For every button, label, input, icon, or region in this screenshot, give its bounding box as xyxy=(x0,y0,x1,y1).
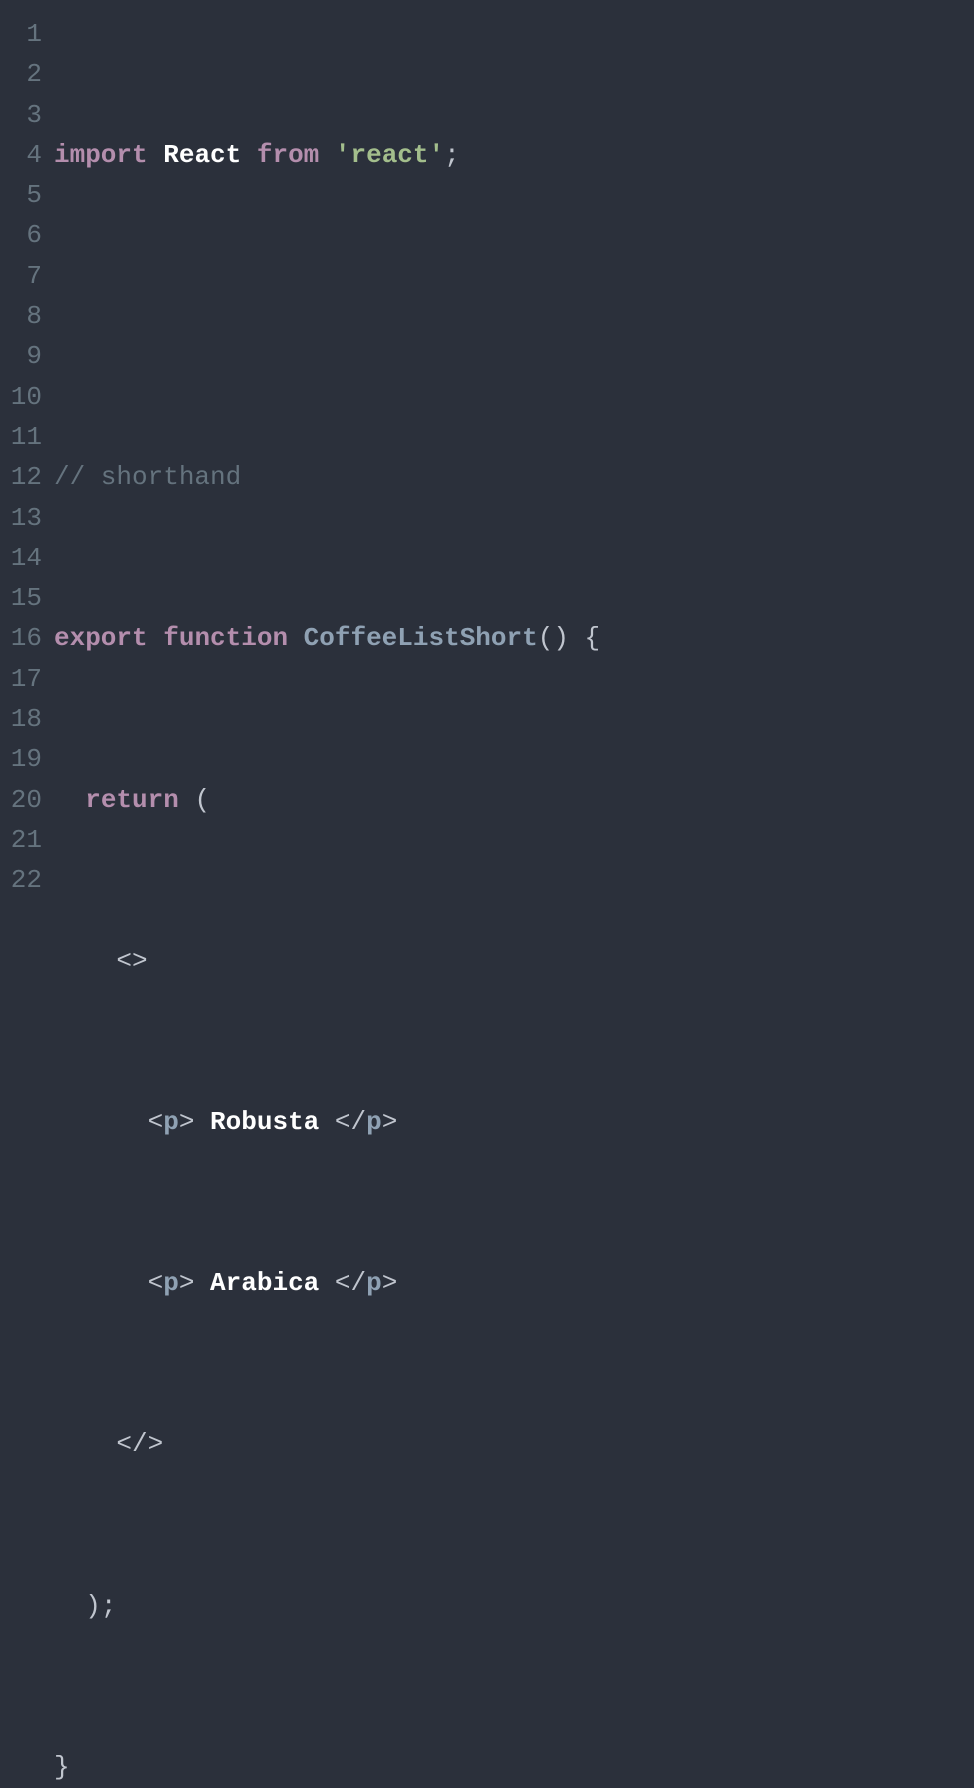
code-area[interactable]: import React from 'react'; // shorthand … xyxy=(54,14,974,1788)
code-line[interactable] xyxy=(54,296,974,336)
string-react: 'react' xyxy=(335,140,444,170)
semicolon: ; xyxy=(444,140,460,170)
paren-close: ) xyxy=(85,1591,101,1621)
parens: () xyxy=(538,623,569,653)
fragment-close: </> xyxy=(116,1429,163,1459)
code-line[interactable]: import React from 'react'; xyxy=(54,135,974,175)
tag-bracket: </ xyxy=(335,1107,366,1137)
line-number: 1 xyxy=(0,14,42,54)
code-line[interactable]: <p> Arabica </p> xyxy=(54,1263,974,1303)
line-number: 2 xyxy=(0,54,42,94)
line-number: 12 xyxy=(0,457,42,497)
paren-open: ( xyxy=(194,785,210,815)
code-line[interactable]: ); xyxy=(54,1586,974,1626)
keyword-from: from xyxy=(257,140,319,170)
line-number: 13 xyxy=(0,498,42,538)
code-line[interactable]: // shorthand xyxy=(54,457,974,497)
line-number: 19 xyxy=(0,739,42,779)
line-number: 15 xyxy=(0,578,42,618)
line-number: 18 xyxy=(0,699,42,739)
tag-bracket: </ xyxy=(335,1268,366,1298)
tag-bracket: > xyxy=(382,1107,398,1137)
tag-p: p xyxy=(163,1268,179,1298)
line-number: 16 xyxy=(0,618,42,658)
line-number: 9 xyxy=(0,336,42,376)
tag-bracket: > xyxy=(179,1268,195,1298)
line-number: 8 xyxy=(0,296,42,336)
fragment-open: <> xyxy=(116,946,147,976)
code-line[interactable]: <> xyxy=(54,941,974,981)
function-name: CoffeeListShort xyxy=(304,623,538,653)
tag-bracket: < xyxy=(148,1268,164,1298)
line-number: 10 xyxy=(0,377,42,417)
line-number: 17 xyxy=(0,659,42,699)
keyword-import: import xyxy=(54,140,148,170)
line-number: 21 xyxy=(0,820,42,860)
tag-bracket: > xyxy=(382,1268,398,1298)
line-number: 4 xyxy=(0,135,42,175)
code-line[interactable]: return ( xyxy=(54,780,974,820)
code-line[interactable]: </> xyxy=(54,1424,974,1464)
code-line[interactable]: <p> Robusta </p> xyxy=(54,1102,974,1142)
code-line[interactable]: } xyxy=(54,1747,974,1787)
code-line[interactable]: export function CoffeeListShort() { xyxy=(54,618,974,658)
code-editor[interactable]: 1 2 3 4 5 6 7 8 9 10 11 12 13 14 15 16 1… xyxy=(0,14,974,1788)
keyword-export: export xyxy=(54,623,148,653)
line-number: 22 xyxy=(0,860,42,900)
tag-p: p xyxy=(366,1268,382,1298)
line-number: 11 xyxy=(0,417,42,457)
line-number: 7 xyxy=(0,256,42,296)
text-robusta: Robusta xyxy=(194,1107,334,1137)
keyword-function: function xyxy=(163,623,288,653)
line-number: 6 xyxy=(0,215,42,255)
comment-shorthand: // shorthand xyxy=(54,462,241,492)
tag-bracket: > xyxy=(179,1107,195,1137)
semicolon: ; xyxy=(101,1591,117,1621)
identifier-react: React xyxy=(163,140,241,170)
tag-bracket: < xyxy=(148,1107,164,1137)
brace-open: { xyxy=(585,623,601,653)
line-number: 3 xyxy=(0,95,42,135)
tag-p: p xyxy=(366,1107,382,1137)
brace-close: } xyxy=(54,1752,70,1782)
line-number: 20 xyxy=(0,780,42,820)
line-number-gutter: 1 2 3 4 5 6 7 8 9 10 11 12 13 14 15 16 1… xyxy=(0,14,54,1788)
tag-p: p xyxy=(163,1107,179,1137)
line-number: 14 xyxy=(0,538,42,578)
line-number: 5 xyxy=(0,175,42,215)
text-arabica: Arabica xyxy=(194,1268,334,1298)
keyword-return: return xyxy=(85,785,179,815)
